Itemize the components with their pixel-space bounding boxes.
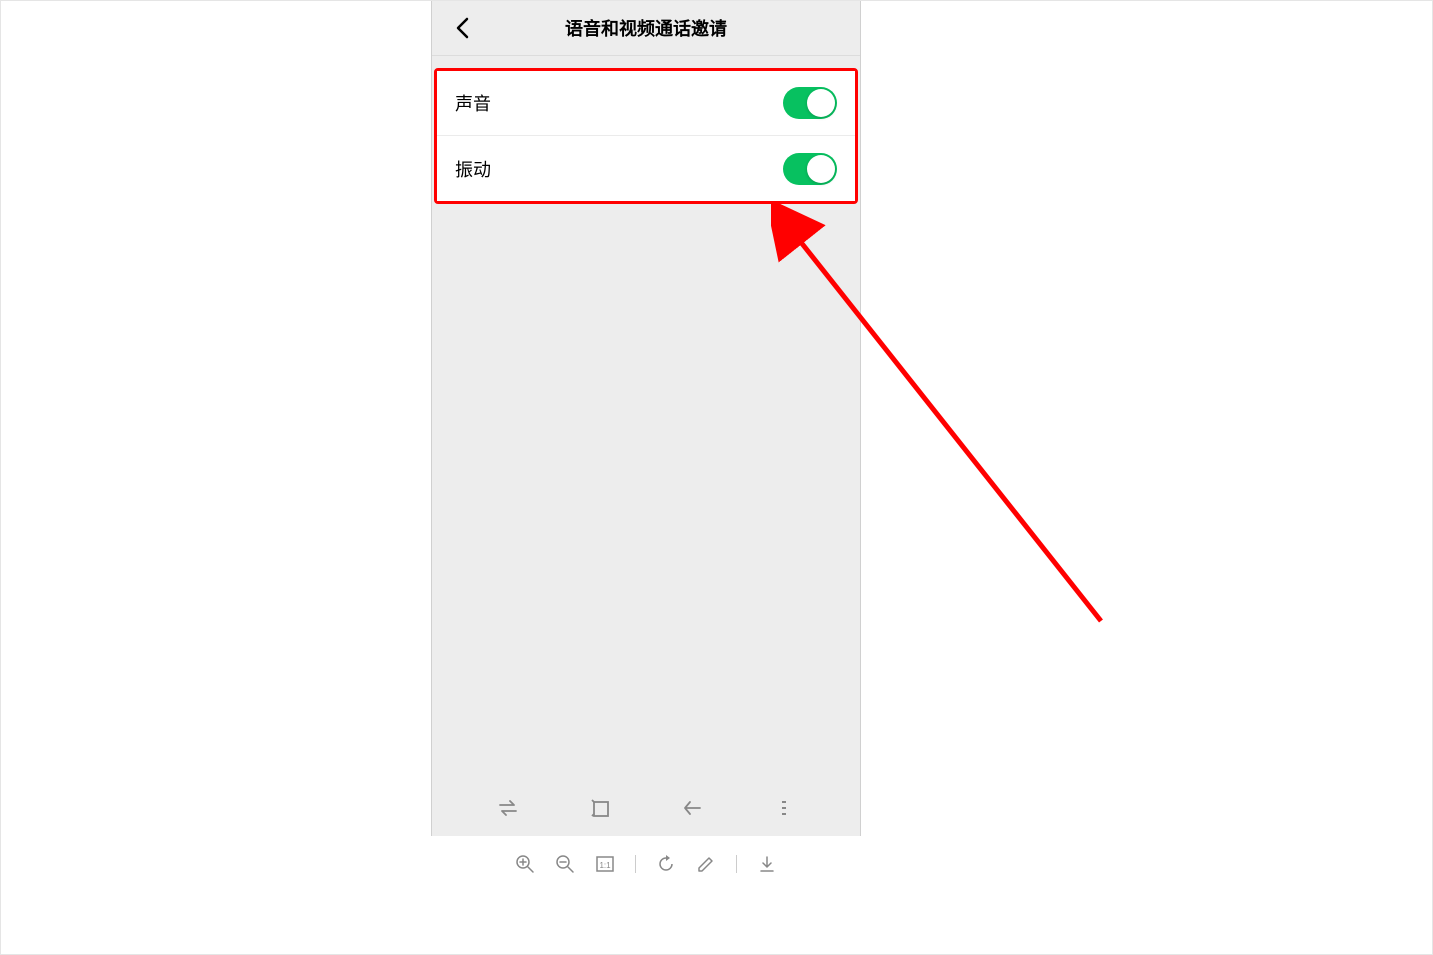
swap-icon — [496, 796, 520, 820]
setting-row-sound: 声音 — [437, 71, 855, 136]
setting-label: 声音 — [455, 90, 491, 116]
arrow-left-icon — [680, 796, 704, 820]
setting-label: 振动 — [455, 156, 491, 182]
download-icon — [757, 854, 777, 874]
nav-home-button[interactable] — [586, 794, 614, 822]
chevron-left-icon — [455, 17, 469, 39]
zoom-out-icon — [555, 854, 575, 874]
svg-text:1:1: 1:1 — [599, 861, 611, 870]
toggle-knob — [807, 89, 835, 117]
viewer-toolbar: 1:1 — [431, 844, 861, 884]
page-title: 语音和视频通话邀请 — [432, 15, 860, 41]
pencil-icon — [696, 854, 716, 874]
sound-toggle[interactable] — [783, 87, 837, 119]
toolbar-divider — [736, 855, 737, 873]
toggle-knob — [807, 155, 835, 183]
download-button[interactable] — [753, 850, 781, 878]
navigation-bar — [432, 780, 860, 836]
nav-swap-button[interactable] — [494, 794, 522, 822]
setting-row-vibration: 振动 — [437, 136, 855, 201]
phone-frame: 语音和视频通话邀请 声音 振动 — [431, 1, 861, 836]
actual-size-button[interactable]: 1:1 — [591, 850, 619, 878]
vibration-toggle[interactable] — [783, 153, 837, 185]
back-button[interactable] — [450, 16, 474, 40]
zoom-in-icon — [515, 854, 535, 874]
zoom-out-button[interactable] — [551, 850, 579, 878]
header-bar: 语音和视频通话邀请 — [432, 1, 860, 56]
edit-button[interactable] — [692, 850, 720, 878]
settings-panel: 声音 振动 — [434, 68, 858, 204]
nav-menu-button[interactable] — [770, 794, 798, 822]
square-icon — [589, 797, 611, 819]
page-container: 语音和视频通话邀请 声音 振动 — [0, 0, 1433, 955]
more-vertical-icon — [772, 796, 796, 820]
nav-back-button[interactable] — [678, 794, 706, 822]
rotate-icon — [656, 854, 676, 874]
toolbar-divider — [635, 855, 636, 873]
one-to-one-icon: 1:1 — [595, 854, 615, 874]
rotate-button[interactable] — [652, 850, 680, 878]
zoom-in-button[interactable] — [511, 850, 539, 878]
